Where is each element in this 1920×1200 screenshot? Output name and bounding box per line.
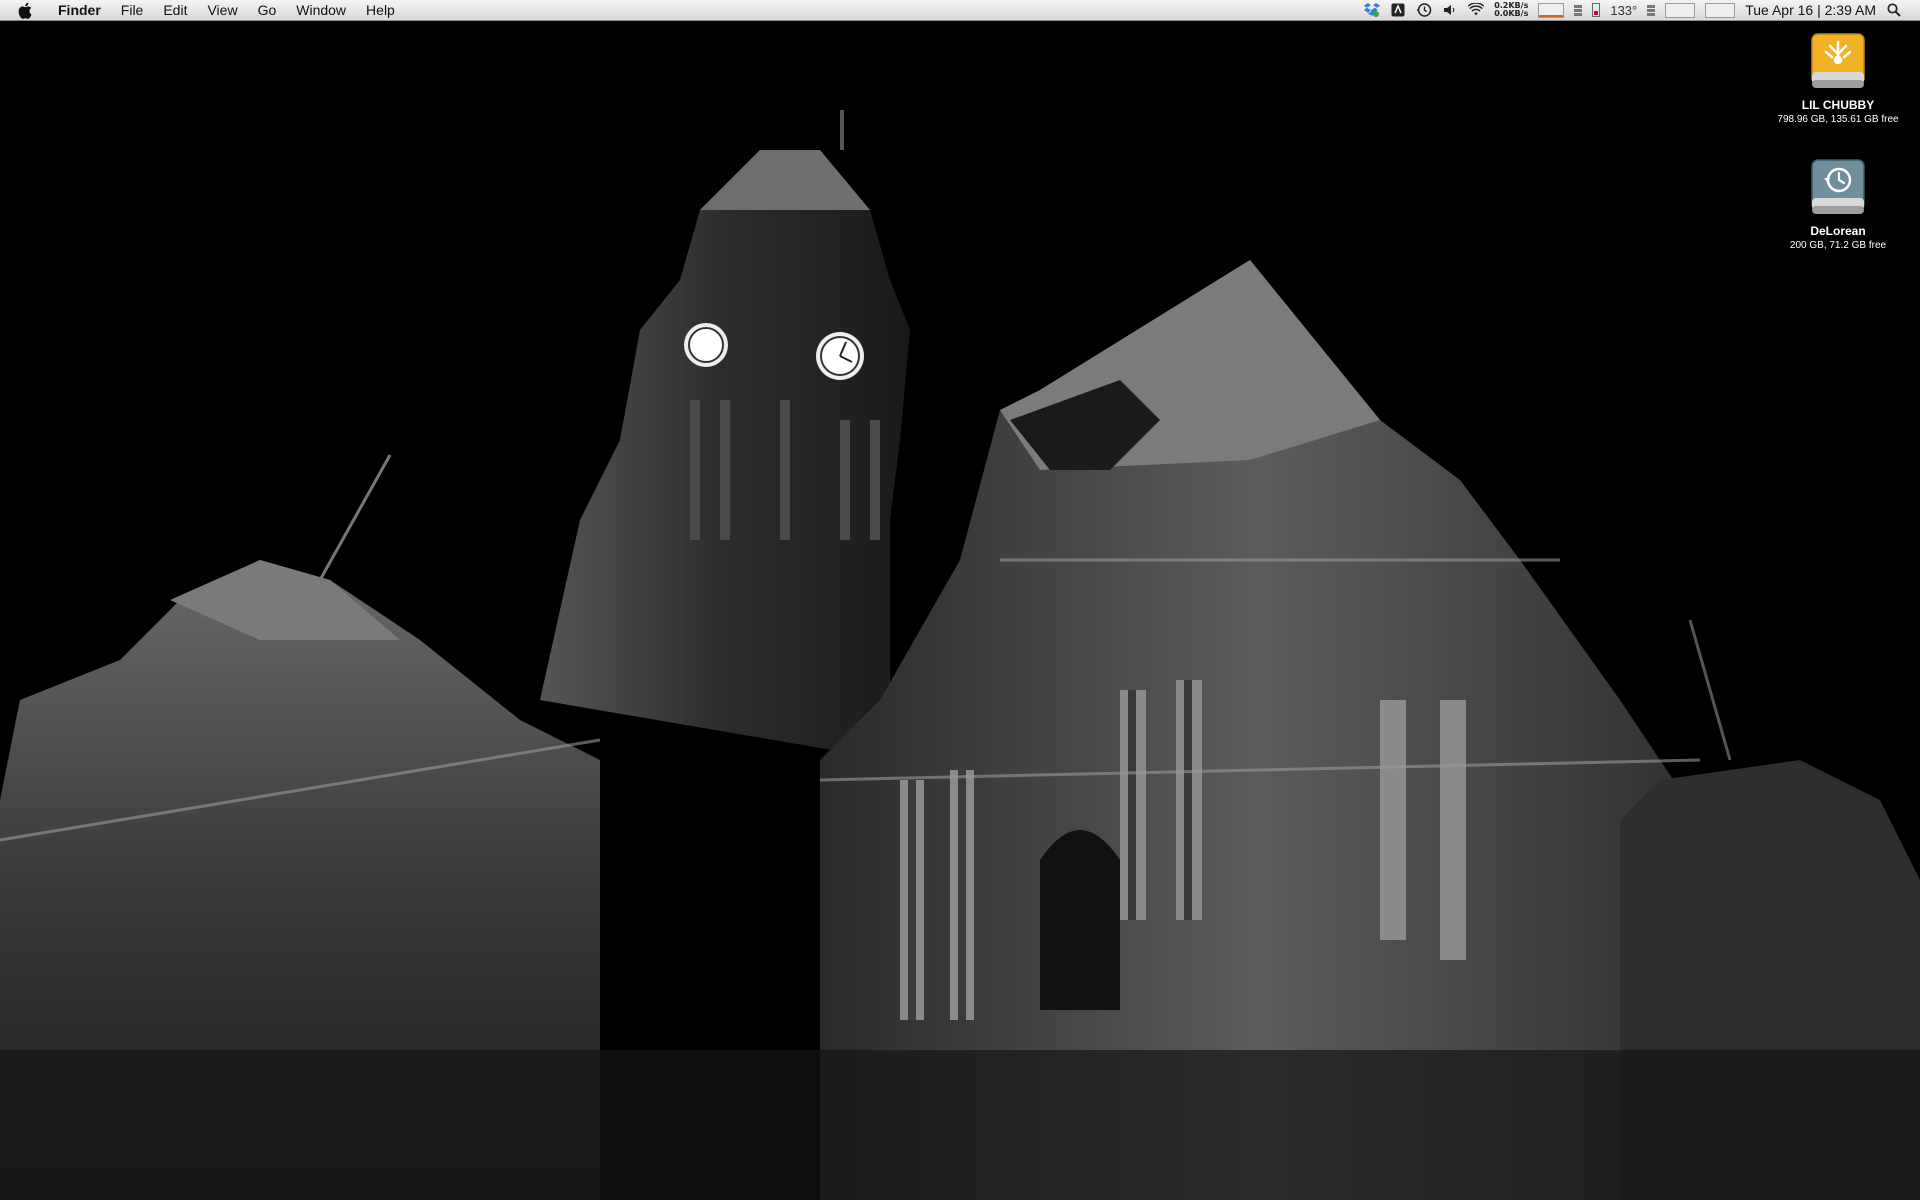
volume-icon[interactable] xyxy=(1442,2,1458,18)
desktop-icon-info: 798.96 GB, 135.61 GB free xyxy=(1777,114,1899,125)
time-machine-icon[interactable] xyxy=(1416,2,1432,18)
disk-graph[interactable] xyxy=(1705,2,1736,18)
network-rate[interactable]: 0.2KB/s 0.0KB/s xyxy=(1494,2,1528,18)
dropbox-icon[interactable] xyxy=(1364,2,1381,18)
menu-help[interactable]: Help xyxy=(356,0,405,21)
desktop-icon-name: DeLorean xyxy=(1810,224,1866,238)
desktop-icon-name: LIL CHUBBY xyxy=(1801,98,1875,112)
memory-bars-icon[interactable] xyxy=(1574,4,1583,16)
wifi-icon[interactable] xyxy=(1468,2,1485,18)
menu-edit[interactable]: Edit xyxy=(153,0,197,21)
battery-icon[interactable] xyxy=(1592,3,1601,17)
menu-window[interactable]: Window xyxy=(286,0,356,21)
cpu-bars-icon[interactable] xyxy=(1647,4,1656,16)
spotlight-search-icon[interactable] xyxy=(1886,2,1902,18)
menu-go[interactable]: Go xyxy=(248,0,287,21)
temperature-readout[interactable]: 133° xyxy=(1610,3,1637,18)
app-status-icon[interactable] xyxy=(1390,2,1406,18)
menu-file[interactable]: File xyxy=(111,0,154,21)
desktop-icon-lil-chubby[interactable]: LIL CHUBBY 798.96 GB, 135.61 GB free xyxy=(1768,30,1908,125)
network-graph[interactable] xyxy=(1538,2,1565,18)
network-download: 0.0KB/s xyxy=(1494,9,1529,18)
cpu-graph[interactable] xyxy=(1665,2,1696,18)
time-machine-drive-icon xyxy=(1811,159,1865,214)
firewire-drive-icon xyxy=(1811,33,1865,88)
desktop-icon-info: 200 GB, 71.2 GB free xyxy=(1789,240,1887,251)
wallpaper-image xyxy=(0,0,1920,1200)
app-menu-finder[interactable]: Finder xyxy=(50,0,111,21)
menubar-clock[interactable]: Tue Apr 16 | 2:39 AM xyxy=(1745,2,1876,18)
apple-menu-icon[interactable] xyxy=(18,1,36,19)
desktop-icon-delorean[interactable]: DeLorean 200 GB, 71.2 GB free xyxy=(1768,156,1908,251)
menu-bar: Finder File Edit View Go Window Help 0.2… xyxy=(0,0,1920,21)
desktop[interactable]: Finder File Edit View Go Window Help 0.2… xyxy=(0,0,1920,1200)
menu-view[interactable]: View xyxy=(197,0,247,21)
